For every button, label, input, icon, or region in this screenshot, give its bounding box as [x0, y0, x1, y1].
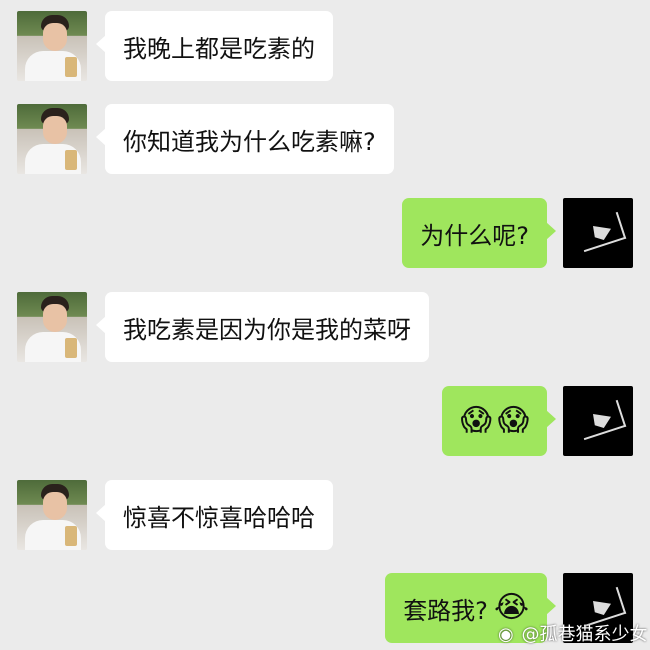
message-incoming: 你知道我为什么吃素嘛? [0, 104, 650, 174]
selfie-avatar[interactable] [17, 292, 87, 362]
message-incoming: 我晚上都是吃素的 [0, 11, 650, 81]
avatar-face [43, 492, 67, 520]
message-text: 我晚上都是吃素的 [123, 34, 315, 63]
message-outgoing: 为什么呢? [0, 198, 650, 268]
message-bubble[interactable]: 我吃素是因为你是我的菜呀 [96, 292, 429, 362]
message-text: 惊喜不惊喜哈哈哈 [123, 503, 315, 532]
message-text: 套路我? [403, 596, 488, 625]
avatar-cup [65, 526, 77, 546]
avatar-cup [65, 150, 77, 170]
message-bubble[interactable]: 为什么呢? [402, 198, 556, 268]
dark-avatar[interactable] [563, 386, 633, 456]
message-text: 我吃素是因为你是我的菜呀 [123, 315, 411, 344]
avatar-cup [65, 338, 77, 358]
message-incoming: 惊喜不惊喜哈哈哈 [0, 480, 650, 550]
avatar-cup [65, 57, 77, 77]
dark-avatar[interactable] [563, 198, 633, 268]
avatar-face [43, 304, 67, 332]
message-incoming: 我吃素是因为你是我的菜呀 [0, 292, 650, 362]
avatar-face [43, 23, 67, 51]
chat-thread: 我晚上都是吃素的 你知道我为什么吃素嘛? 为什么呢? 我吃素是因为你是我的菜呀 … [0, 0, 650, 650]
avatar-face [43, 116, 67, 144]
message-text: 你知道我为什么吃素嘛? [123, 127, 376, 156]
selfie-avatar[interactable] [17, 104, 87, 174]
message-bubble[interactable]: 😱 😱 [442, 386, 556, 456]
message-outgoing: 😱 😱 [0, 386, 650, 456]
weibo-logo-icon: ◉ [498, 624, 514, 645]
message-bubble[interactable]: 惊喜不惊喜哈哈哈 [96, 480, 333, 550]
weibo-watermark: ◉ @孤巷猫系少女 [498, 620, 647, 646]
message-bubble[interactable]: 你知道我为什么吃素嘛? [96, 104, 394, 174]
watermark-text: @孤巷猫系少女 [521, 624, 648, 645]
screaming-face-icon: 😱 [460, 403, 492, 438]
crying-face-icon: 😭 [493, 590, 529, 625]
message-bubble[interactable]: 我晚上都是吃素的 [96, 11, 333, 81]
screaming-face-icon: 😱 [497, 403, 529, 438]
message-text: 为什么呢? [420, 221, 529, 250]
selfie-avatar[interactable] [17, 480, 87, 550]
selfie-avatar[interactable] [17, 11, 87, 81]
